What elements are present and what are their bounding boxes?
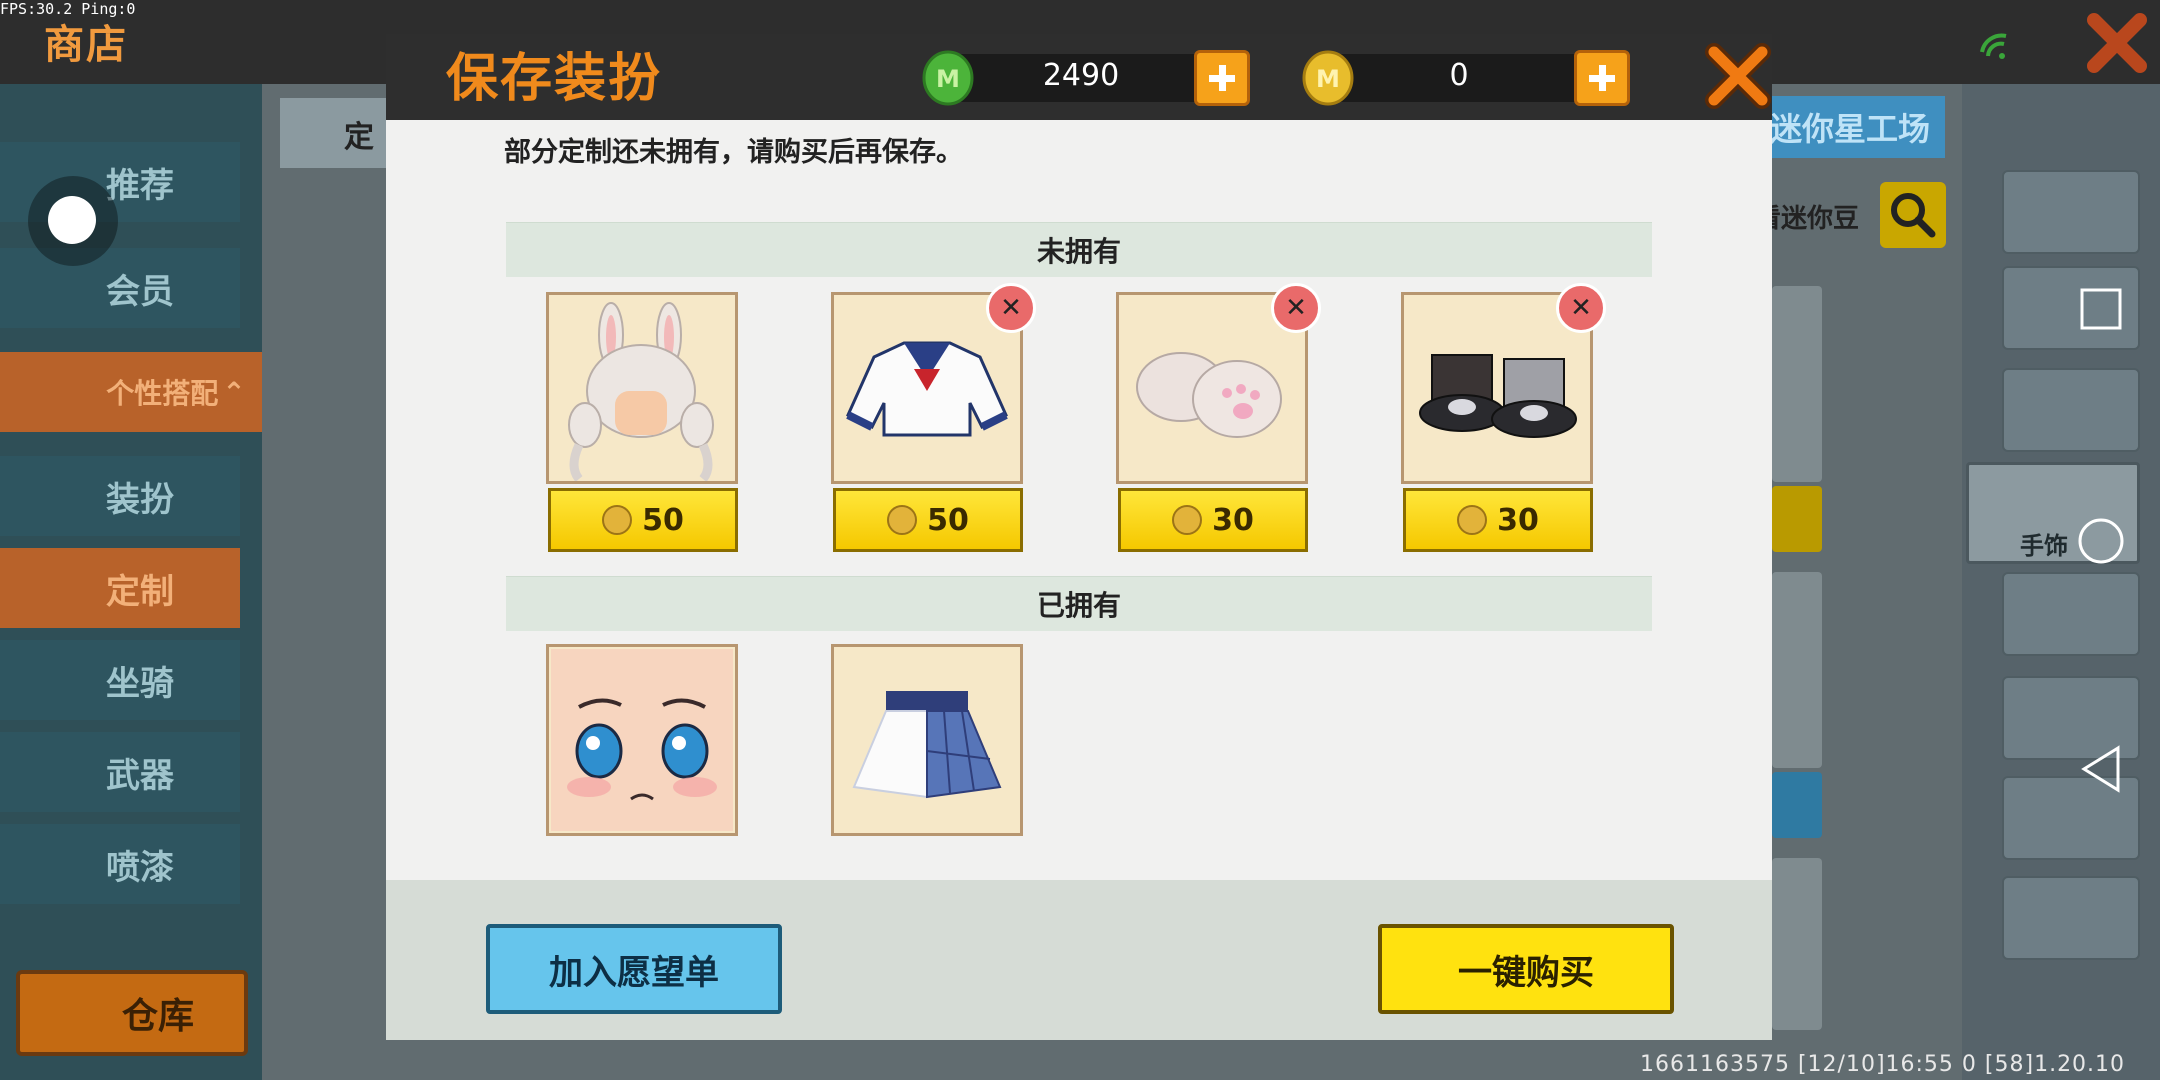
nav-item-mount[interactable]: 坐骑 [0,640,240,720]
slot-top[interactable] [2002,368,2140,452]
wardrobe-button[interactable]: 仓库 [16,970,248,1056]
svg-text:M: M [936,65,960,93]
shop-item-price[interactable] [1772,486,1822,552]
item-card-hair[interactable] [546,292,738,484]
purchase-notice: 部分定制还未拥有，请购买后再保存。 [504,137,963,168]
nav-item-custom[interactable]: 定制 [0,548,240,628]
buy-all-button[interactable]: 一键购买 [1378,924,1674,1014]
shop-item-thumb[interactable] [1772,858,1822,1030]
price-button-shoes[interactable]: 30 [1403,488,1593,552]
price-button-top[interactable]: 50 [833,488,1023,552]
wifi-icon [1980,33,2007,59]
search-icon [1891,193,1936,238]
workshop-button[interactable]: 迷你星工场 [1755,96,1945,158]
gold-coin-icon [887,505,918,535]
coin-balance: 0 [1449,58,1469,93]
nav-item-weapon[interactable]: 武器 [0,732,240,812]
shop-item-price[interactable] [1772,772,1822,838]
shop-close-icon[interactable] [2082,8,2152,78]
dialog-title: 保存装扮 [446,49,663,109]
shop-item-thumb[interactable] [1772,572,1822,768]
gold-coin-icon [1457,505,1488,535]
gold-coin-icon: M [1302,50,1354,106]
slot-accessory-label: 手饰 [2020,532,2068,560]
shop-item-thumb[interactable] [1772,286,1822,482]
home-icon[interactable] [2076,516,2126,566]
close-icon[interactable] [1700,38,1776,114]
remove-item-button[interactable]: ✕ [986,283,1036,333]
plaid-skirt-image [852,691,1002,799]
slot-pet[interactable] [2002,876,2140,960]
nav-item-personal-style[interactable]: 个性搭配 ⌃ [0,352,262,432]
price-button-gloves[interactable]: 30 [1118,488,1308,552]
remove-item-button[interactable]: ✕ [1271,283,1321,333]
add-coins-button[interactable] [1574,50,1630,106]
bunny-hair-image [568,302,714,482]
shop-title: 商店 [44,22,128,68]
chevron-up-icon: ⌃ [222,375,246,409]
slot-pants[interactable] [2002,572,2140,656]
nav-item-spray[interactable]: 喷漆 [0,824,240,904]
tab-custom[interactable]: 定 [280,98,400,168]
joystick-knob[interactable] [48,196,96,244]
svg-text:M: M [1316,65,1340,93]
add-gems-button[interactable] [1194,50,1250,106]
gold-coin-icon [602,505,633,535]
back-icon[interactable] [2078,744,2124,794]
nav-item-outfit[interactable]: 装扮 [0,456,240,536]
blushing-face-image [551,649,733,831]
nav-item-vip[interactable]: 会员 [0,248,240,328]
search-button[interactable] [1880,182,1946,248]
gem-balance: 2490 [1042,58,1120,93]
slot-face[interactable] [2002,170,2140,254]
build-info: 1661163575 [12/10]16:55 0 [58]1.20.10 [1640,1052,2126,1077]
recent-apps-icon[interactable] [2078,286,2124,332]
add-to-wishlist-button[interactable]: 加入愿望单 [486,924,782,1014]
item-card-skirt[interactable] [831,644,1023,836]
price-button-hair[interactable]: 50 [548,488,738,552]
green-gem-coin-icon: M [922,50,974,106]
section-header-not-owned: 未拥有 [506,222,1652,277]
remove-item-button[interactable]: ✕ [1556,283,1606,333]
gold-coin-icon [1172,505,1203,535]
item-card-face[interactable] [546,644,738,836]
section-header-owned: 已拥有 [506,576,1652,631]
